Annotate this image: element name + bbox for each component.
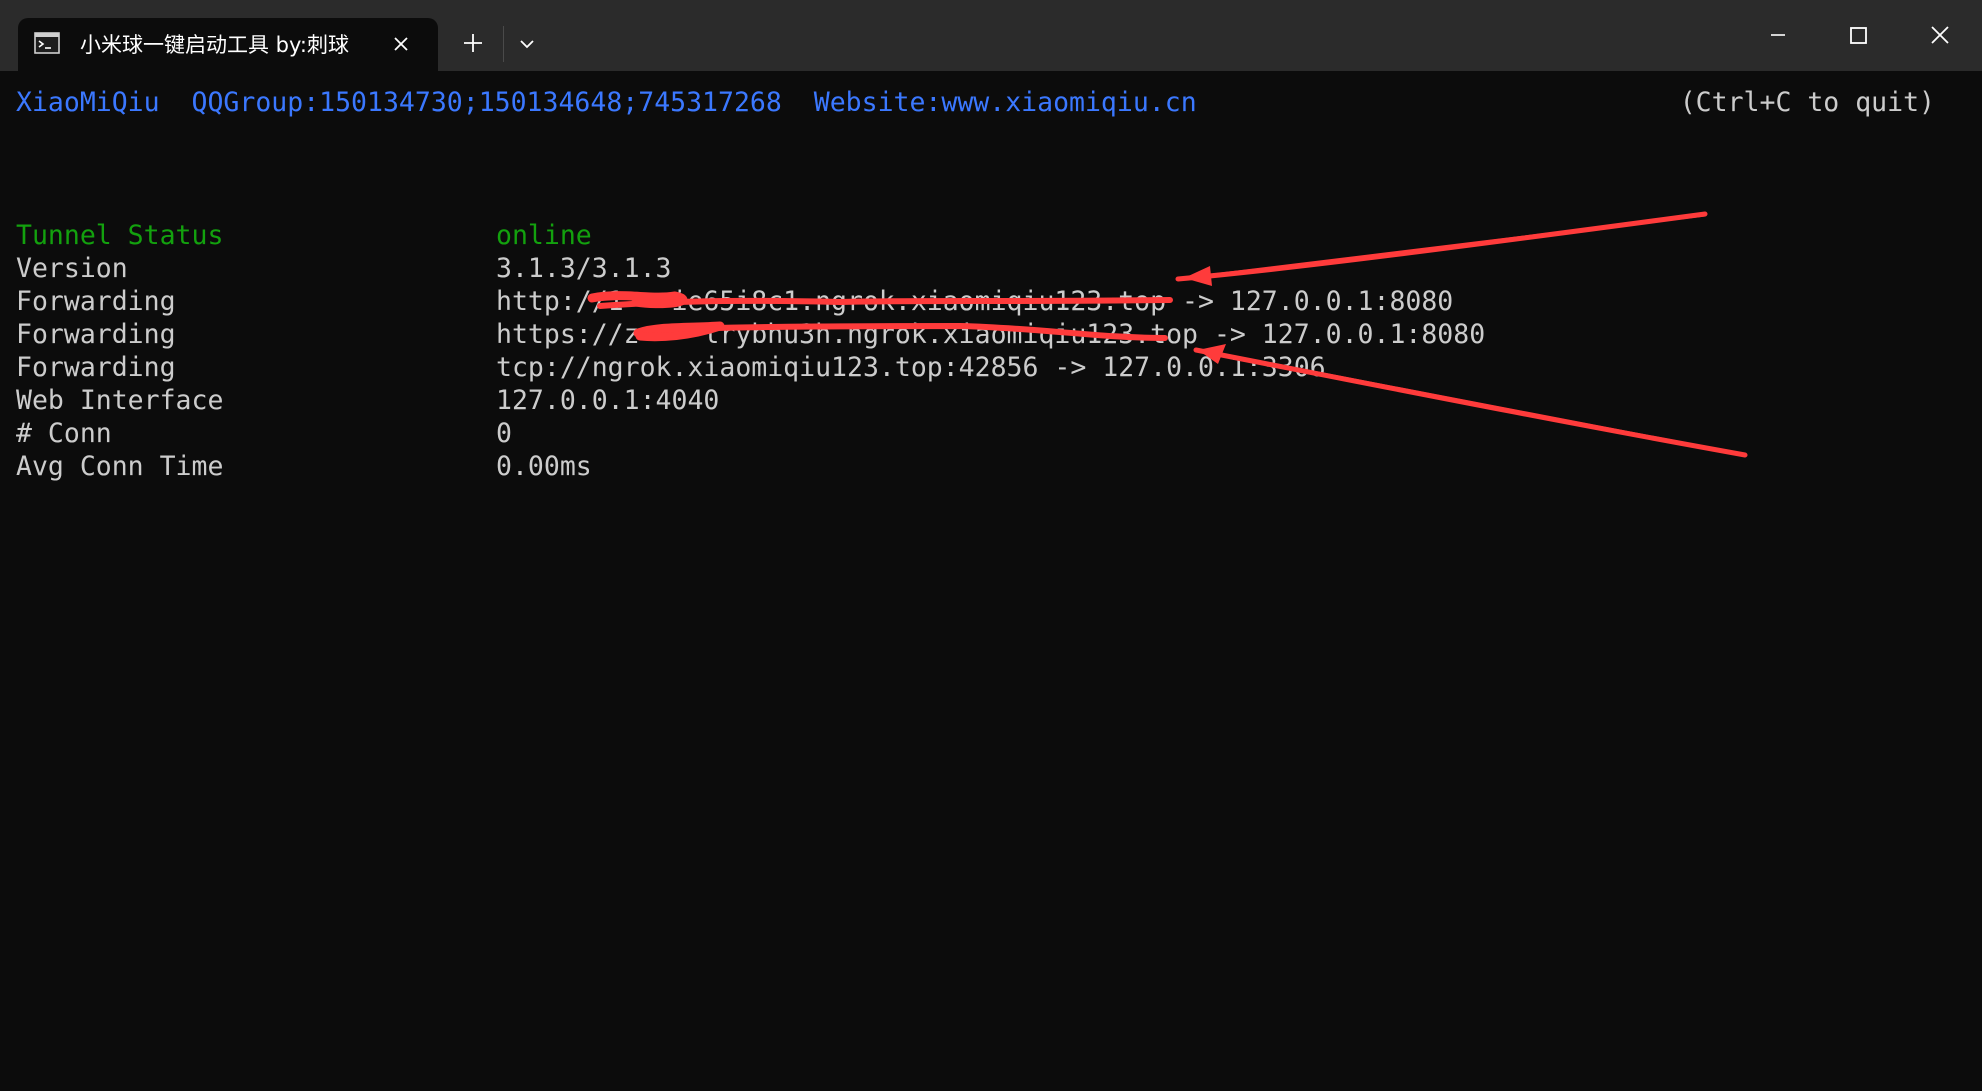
banner-qq: QQGroup:150134730;150134648;745317268 [191, 87, 782, 118]
status-value: 127.0.0.1:4040 [496, 385, 720, 416]
terminal-icon [34, 32, 60, 54]
status-row-avg-conn-time: Avg Conn Time 0.00ms [16, 450, 592, 483]
annotation-overlay [587, 211, 1748, 458]
close-window-icon[interactable] [1920, 18, 1960, 52]
terminal-window: 小米球一键启动工具 by:刺球 XiaoMiQiu QQGroup:150134… [0, 0, 1982, 1091]
banner-line: XiaoMiQiu QQGroup:150134730;150134648;74… [16, 86, 1197, 119]
status-value: http://1 ie65i8c1.ngrok.xiaomiqiu123.top… [496, 286, 1454, 317]
tab-active[interactable]: 小米球一键启动工具 by:刺球 [18, 18, 438, 71]
status-value: 3.1.3/3.1.3 [496, 253, 672, 284]
status-value: tcp://ngrok.xiaomiqiu123.top:42856 -> 12… [496, 352, 1326, 383]
status-key: # Conn [16, 418, 112, 449]
status-key: Forwarding [16, 352, 176, 383]
new-tab-plus-icon[interactable] [456, 28, 490, 58]
banner-website: Website:www.xiaomiqiu.cn [813, 87, 1197, 118]
minimize-icon[interactable] [1758, 18, 1798, 52]
status-key: Forwarding [16, 319, 176, 350]
status-key: Avg Conn Time [16, 451, 224, 482]
status-row-forwarding-tcp: Forwarding tcp://ngrok.xiaomiqiu123.top:… [16, 351, 1326, 384]
status-key: Forwarding [16, 286, 176, 317]
title-bar[interactable]: 小米球一键启动工具 by:刺球 [0, 0, 1982, 71]
status-row-web-interface: Web Interface 127.0.0.1:4040 [16, 384, 719, 417]
status-row-version: Version 3.1.3/3.1.3 [16, 252, 672, 285]
quit-hint: (Ctrl+C to quit) [1679, 87, 1935, 118]
status-row-forwarding-https: Forwarding https://z lrybhu3h.ngrok.xiao… [16, 318, 1485, 351]
terminal-output[interactable]: XiaoMiQiu QQGroup:150134730;150134648;74… [0, 71, 1982, 1091]
status-row-conn: # Conn 0 [16, 417, 512, 450]
chevron-down-icon[interactable] [512, 30, 542, 58]
status-key: Web Interface [16, 385, 224, 416]
status-value: https://z lrybhu3h.ngrok.xiaomiqiu123.to… [496, 319, 1486, 350]
maximize-icon[interactable] [1838, 18, 1878, 52]
status-row-tunnel-status: Tunnel Status online [16, 219, 592, 252]
tab-separator [503, 26, 504, 62]
status-value: 0.00ms [496, 451, 592, 482]
status-row-forwarding-http: Forwarding http://1 ie65i8c1.ngrok.xiaom… [16, 285, 1453, 318]
tab-close-icon[interactable] [388, 31, 414, 57]
banner-app: XiaoMiQiu [16, 87, 160, 118]
status-value: online [496, 220, 592, 251]
status-key: Tunnel Status [16, 220, 224, 251]
tab-title: 小米球一键启动工具 by:刺球 [80, 33, 349, 57]
status-value: 0 [496, 418, 512, 449]
status-key: Version [16, 253, 128, 284]
